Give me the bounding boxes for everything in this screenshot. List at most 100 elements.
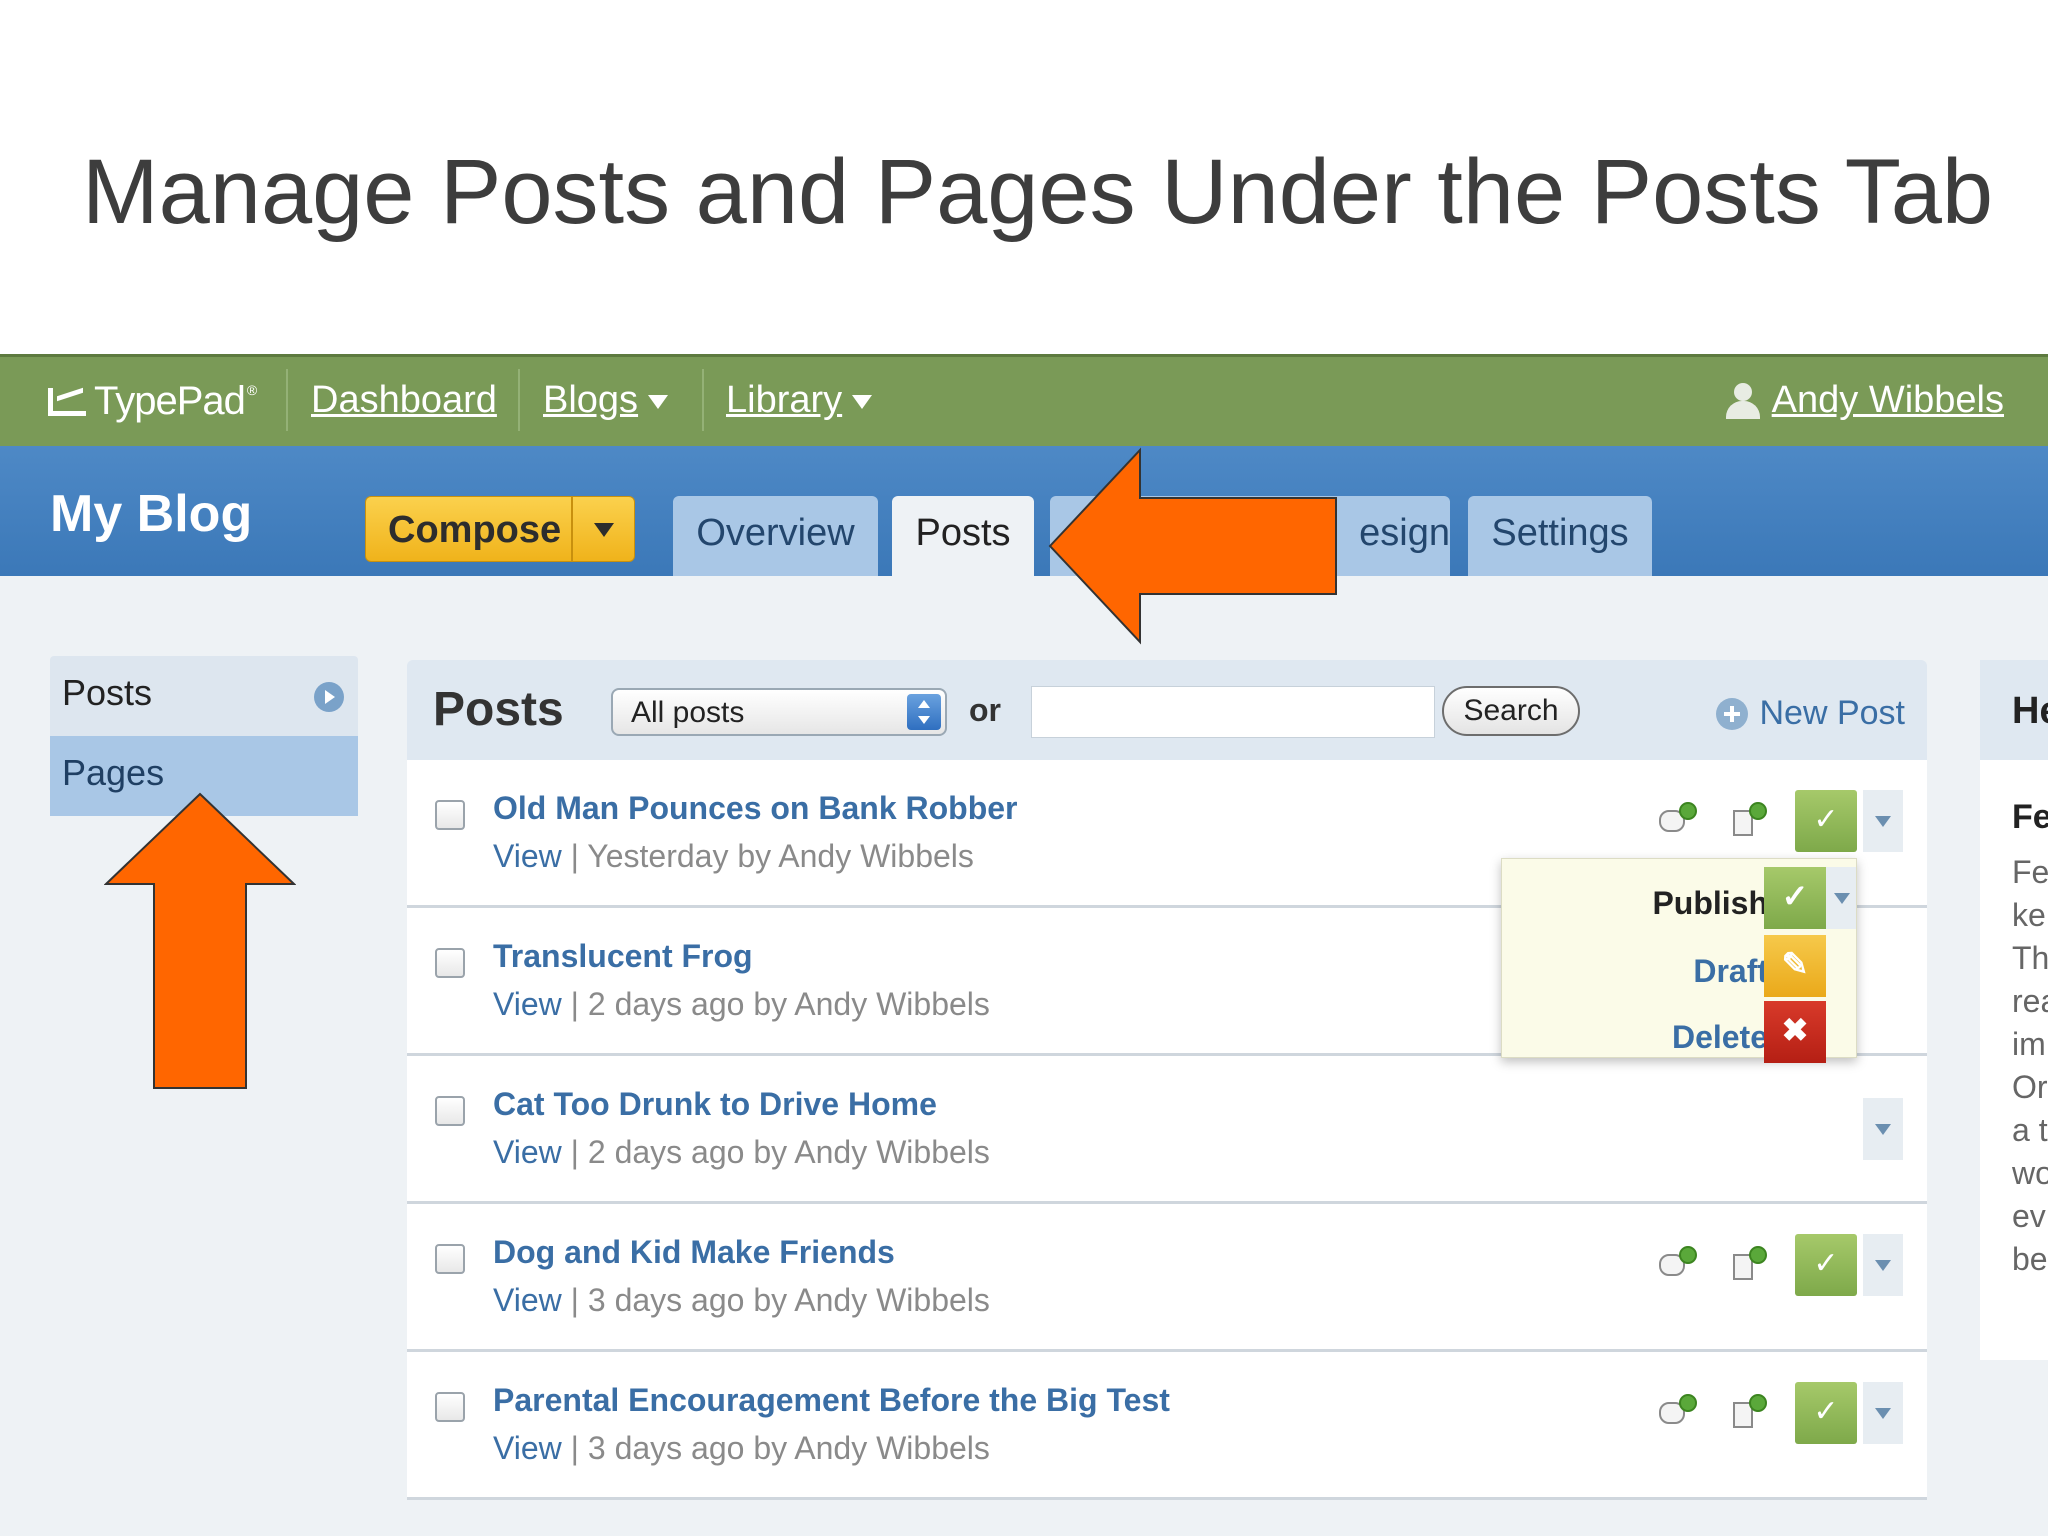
status-dropdown-caret[interactable] xyxy=(1863,790,1903,852)
status-publish-button[interactable]: ✓ xyxy=(1795,1382,1857,1444)
or-label: or xyxy=(969,692,1001,728)
row-checkbox[interactable] xyxy=(435,1392,465,1422)
search-input[interactable] xyxy=(1031,686,1435,738)
slide-title: Manage Posts and Pages Under the Posts T… xyxy=(82,141,1994,243)
post-title-link[interactable]: Cat Too Drunk to Drive Home xyxy=(493,1086,937,1123)
tab-posts[interactable]: Posts xyxy=(892,496,1034,576)
registered-mark: ® xyxy=(246,381,257,398)
play-circle-icon xyxy=(314,682,344,712)
post-meta-text: | 2 days ago by Andy Wibbels xyxy=(561,986,990,1022)
posts-panel-header: Posts All posts or Search New Post xyxy=(407,660,1927,760)
check-icon: ✓ xyxy=(1813,1395,1839,1428)
row-checkbox[interactable] xyxy=(435,1244,465,1274)
view-link[interactable]: View xyxy=(493,1430,562,1466)
new-post-link[interactable]: New Post xyxy=(1715,694,1906,733)
delete-glyph: ✖ xyxy=(1781,1012,1809,1048)
publish-check-icon[interactable]: ✓ xyxy=(1764,867,1826,929)
delete-icon[interactable]: ✖ xyxy=(1764,1001,1826,1063)
view-link[interactable]: View xyxy=(493,1282,562,1318)
check-icon: ✓ xyxy=(1813,1247,1839,1280)
nav-link-blogs[interactable]: Blogs xyxy=(543,379,669,422)
trackback-icon[interactable] xyxy=(1727,1244,1767,1284)
blog-header: My Blog Compose Overview Posts esign Set… xyxy=(0,446,2048,576)
blog-title[interactable]: My Blog xyxy=(50,484,252,544)
typepad-screenshot: TypePad ® Dashboard Blogs Library Andy W… xyxy=(0,354,2048,1536)
status-publish-button[interactable]: ✓ xyxy=(1795,1234,1857,1296)
nav-link-dashboard[interactable]: Dashboard xyxy=(311,379,497,422)
row-checkbox[interactable] xyxy=(435,800,465,830)
sidebar-item-label: Posts xyxy=(62,672,153,713)
posts-panel: Posts All posts or Search New Post Old M… xyxy=(407,660,1927,1536)
compose-label: Compose xyxy=(388,509,562,551)
pencil-glyph: ✎ xyxy=(1781,946,1809,982)
row-checkbox[interactable] xyxy=(435,948,465,978)
user-menu[interactable]: Andy Wibbels xyxy=(1724,379,2004,422)
chevron-down-icon xyxy=(648,394,669,409)
post-meta-text: | 3 days ago by Andy Wibbels xyxy=(561,1430,990,1466)
view-link[interactable]: View xyxy=(493,1134,562,1170)
menu-item-draft[interactable]: Draft xyxy=(1693,953,1768,990)
trackback-icon[interactable] xyxy=(1727,1392,1767,1432)
user-avatar-icon xyxy=(1724,381,1764,421)
help-panel-subheading: Fe xyxy=(2012,798,2048,836)
status-publish-button[interactable]: ✓ xyxy=(1795,790,1857,852)
post-meta: View | 3 days ago by Andy Wibbels xyxy=(493,1282,990,1319)
post-title-link[interactable]: Parental Encouragement Before the Big Te… xyxy=(493,1382,1170,1419)
new-post-label: New Post xyxy=(1759,694,1906,732)
pencil-icon[interactable]: ✎ xyxy=(1764,935,1826,997)
view-link[interactable]: View xyxy=(493,838,562,874)
status-dropdown-caret[interactable] xyxy=(1863,1382,1903,1444)
nav-link-blogs-label: Blogs xyxy=(543,379,639,421)
compose-button[interactable]: Compose xyxy=(365,496,635,562)
search-button[interactable]: Search xyxy=(1442,686,1580,736)
help-text-line: ev xyxy=(2012,1198,2046,1234)
row-checkbox[interactable] xyxy=(435,1096,465,1126)
post-filter-select[interactable]: All posts xyxy=(611,688,947,736)
chevron-down-icon[interactable] xyxy=(594,523,614,537)
panel-title: Posts xyxy=(433,683,564,736)
help-text-line: wo xyxy=(2012,1155,2048,1191)
compose-divider xyxy=(571,497,573,561)
tab-overview[interactable]: Overview xyxy=(673,496,878,576)
logo-text: TypePad xyxy=(94,379,246,423)
user-name: Andy Wibbels xyxy=(1771,379,2004,421)
view-link[interactable]: View xyxy=(493,986,562,1022)
menu-item-delete[interactable]: Delete xyxy=(1672,1019,1768,1056)
comment-icon[interactable] xyxy=(1657,800,1697,840)
select-spinner-icon xyxy=(907,694,941,730)
arrow-left-annotation xyxy=(1048,447,1337,645)
help-text-line: a t xyxy=(2012,1112,2048,1148)
post-row: Dog and Kid Make Friends View | 3 days a… xyxy=(407,1204,1927,1352)
tab-settings[interactable]: Settings xyxy=(1468,496,1652,576)
nav-divider xyxy=(702,369,704,431)
post-title-link[interactable]: Old Man Pounces on Bank Robber xyxy=(493,790,1018,827)
top-nav-bar: TypePad ® Dashboard Blogs Library Andy W… xyxy=(0,354,2048,446)
status-menu: Publish ✓ Draft ✎ Delete ✖ xyxy=(1501,858,1857,1063)
sidebar-item-posts[interactable]: Posts xyxy=(50,656,358,736)
post-meta: View | 2 days ago by Andy Wibbels xyxy=(493,1134,990,1171)
help-text-line: Or xyxy=(2012,1069,2048,1105)
post-meta-text: | Yesterday by Andy Wibbels xyxy=(561,838,974,874)
nav-link-library[interactable]: Library xyxy=(726,379,873,422)
comment-icon[interactable] xyxy=(1657,1244,1697,1284)
typepad-logo[interactable]: TypePad ® xyxy=(48,379,257,424)
post-title-link[interactable]: Translucent Frog xyxy=(493,938,753,975)
sidebar-item-label: Pages xyxy=(62,752,165,793)
menu-item-publish[interactable]: Publish xyxy=(1652,885,1768,922)
post-row: Cat Too Drunk to Drive Home View | 2 day… xyxy=(407,1056,1927,1204)
arrow-up-annotation xyxy=(104,792,296,1089)
post-meta: View | 3 days ago by Andy Wibbels xyxy=(493,1430,990,1467)
comment-icon[interactable] xyxy=(1657,1392,1697,1432)
plus-circle-icon xyxy=(1715,697,1748,730)
post-title-link[interactable]: Dog and Kid Make Friends xyxy=(493,1234,895,1271)
help-text-line: ke xyxy=(2012,897,2046,933)
status-dropdown-caret[interactable] xyxy=(1826,867,1856,929)
post-meta: View | Yesterday by Andy Wibbels xyxy=(493,838,974,875)
status-dropdown-caret[interactable] xyxy=(1863,1098,1903,1160)
trackback-icon[interactable] xyxy=(1727,800,1767,840)
status-dropdown-caret[interactable] xyxy=(1863,1234,1903,1296)
help-text-line: Th xyxy=(2012,940,2048,976)
help-panel: He Fe Fe ke Th rea im Or a t wo ev be xyxy=(1980,660,2048,1360)
nav-divider xyxy=(286,369,288,431)
nav-divider xyxy=(518,369,520,431)
